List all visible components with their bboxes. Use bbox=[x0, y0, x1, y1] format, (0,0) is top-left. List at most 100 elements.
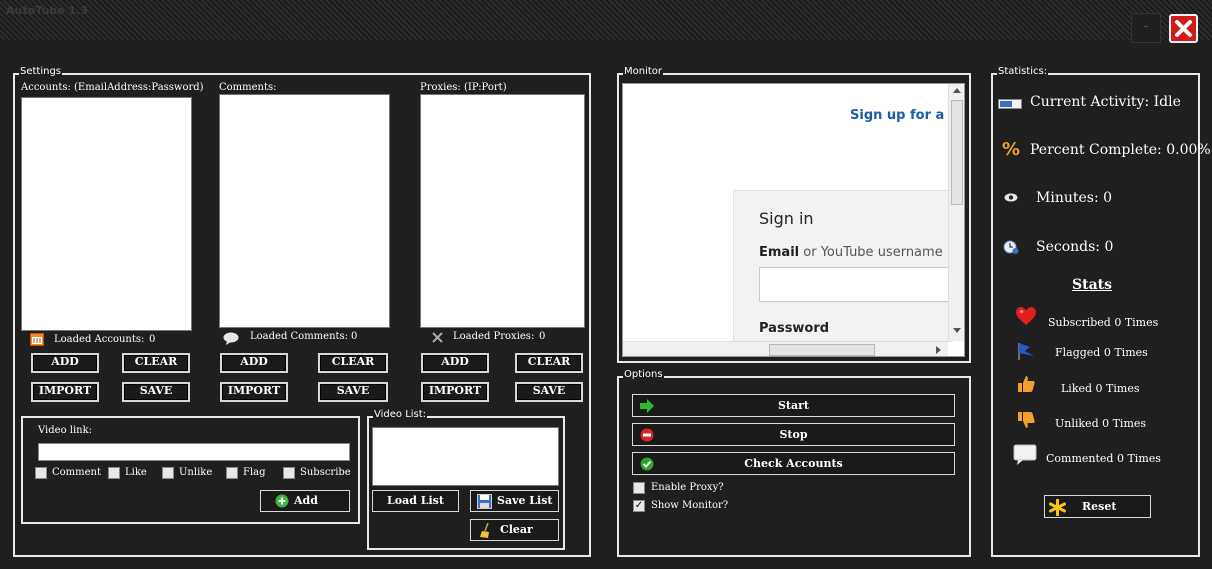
reset-label: Reset bbox=[1082, 500, 1117, 513]
subscribe-checkbox[interactable] bbox=[283, 467, 295, 479]
percent-icon: % bbox=[1002, 139, 1021, 160]
eye-icon bbox=[1004, 193, 1018, 202]
video-list-textbox[interactable] bbox=[372, 427, 559, 486]
proxies-textbox[interactable] bbox=[420, 94, 585, 328]
add-video-button[interactable]: Add bbox=[260, 490, 350, 512]
video-list-label: Video List: bbox=[373, 409, 428, 420]
statistics-group-label: Statistics: bbox=[997, 66, 1049, 77]
stats-heading: Stats bbox=[1072, 277, 1112, 293]
comments-textbox[interactable] bbox=[219, 94, 390, 328]
loaded-accounts-label: Loaded Accounts: bbox=[54, 334, 145, 345]
load-list-button[interactable]: Load List bbox=[372, 490, 459, 512]
comments-save-button[interactable]: SAVE bbox=[318, 382, 388, 402]
signin-heading: Sign in bbox=[759, 209, 814, 228]
proxies-header: Proxies: (IP:Port) bbox=[420, 82, 507, 93]
horizontal-scroll-thumb[interactable] bbox=[769, 344, 875, 356]
loaded-comments-count: 0 bbox=[351, 331, 358, 342]
thumbs-up-icon bbox=[1018, 376, 1035, 392]
window-title: AutoTube 1.3 bbox=[6, 4, 88, 17]
like-checkbox[interactable] bbox=[108, 467, 120, 479]
email-input[interactable] bbox=[759, 267, 959, 302]
show-monitor-label: Show Monitor? bbox=[651, 500, 729, 511]
email-label: Email or YouTube username bbox=[759, 245, 943, 260]
enable-proxy-checkbox[interactable] bbox=[633, 482, 645, 494]
comments-header: Comments: bbox=[219, 82, 277, 93]
proxies-import-button[interactable]: IMPORT bbox=[421, 382, 489, 402]
save-list-button[interactable]: Save List bbox=[470, 490, 559, 512]
email-label-rest: or YouTube username bbox=[803, 245, 943, 260]
accounts-clear-button[interactable]: CLEAR bbox=[122, 353, 190, 373]
current-activity: Current Activity: Idle bbox=[1030, 94, 1181, 110]
settings-group-label: Settings bbox=[19, 66, 63, 77]
unliked-count: Unliked 0 Times bbox=[1055, 417, 1147, 430]
clear-list-label: Clear bbox=[500, 523, 533, 536]
password-label: Password bbox=[759, 321, 830, 336]
loaded-proxies-label: Loaded Proxies: bbox=[453, 331, 535, 342]
thumbs-down-icon bbox=[1018, 412, 1035, 428]
clear-list-button[interactable]: Clear bbox=[470, 519, 559, 541]
accounts-header: Accounts: (EmailAddress:Password) bbox=[21, 82, 204, 93]
start-button[interactable]: Start bbox=[632, 394, 955, 417]
plus-circle-icon bbox=[275, 494, 289, 508]
proxies-clear-button[interactable]: CLEAR bbox=[515, 353, 583, 373]
accounts-import-button[interactable]: IMPORT bbox=[31, 382, 99, 402]
enable-proxy-label: Enable Proxy? bbox=[651, 482, 724, 493]
comments-clear-button[interactable]: CLEAR bbox=[318, 353, 388, 373]
scroll-down-arrow[interactable] bbox=[953, 328, 961, 333]
asterisk-icon bbox=[1049, 499, 1066, 516]
commented-count: Commented 0 Times bbox=[1046, 452, 1161, 465]
accounts-save-button[interactable]: SAVE bbox=[122, 382, 190, 402]
save-list-label: Save List bbox=[497, 494, 553, 507]
close-icon bbox=[1175, 20, 1192, 37]
scroll-right-arrow[interactable] bbox=[936, 346, 941, 354]
add-video-label: Add bbox=[294, 494, 318, 507]
vertical-scroll-thumb[interactable] bbox=[951, 100, 963, 205]
comment-checkbox[interactable] bbox=[35, 467, 47, 479]
vertical-scrollbar[interactable] bbox=[948, 84, 964, 341]
video-link-input[interactable] bbox=[38, 443, 350, 461]
start-label: Start bbox=[777, 399, 810, 412]
stop-button[interactable]: Stop bbox=[632, 423, 955, 446]
comments-import-button[interactable]: IMPORT bbox=[220, 382, 288, 402]
speech-bubble-icon bbox=[223, 332, 239, 345]
horizontal-scrollbar[interactable] bbox=[623, 341, 948, 356]
loaded-accounts-count: 0 bbox=[149, 334, 156, 345]
subscribed-count: Subscribed 0 Times bbox=[1048, 316, 1159, 329]
heart-icon bbox=[1016, 307, 1036, 325]
flag-option-label: Flag bbox=[243, 467, 266, 478]
clock-icon bbox=[1003, 240, 1019, 254]
broom-icon bbox=[480, 523, 489, 538]
like-option-label: Like bbox=[125, 467, 147, 478]
flag-checkbox[interactable] bbox=[226, 467, 238, 479]
check-accounts-label: Check Accounts bbox=[744, 457, 843, 470]
minutes: Minutes: 0 bbox=[1036, 190, 1113, 206]
reset-button[interactable]: Reset bbox=[1044, 495, 1151, 518]
floppy-disk-icon bbox=[477, 494, 492, 509]
scroll-up-arrow[interactable] bbox=[953, 88, 961, 93]
comments-add-button[interactable]: ADD bbox=[220, 353, 288, 373]
loaded-proxies-count: 0 bbox=[539, 331, 546, 342]
monitor-group-label: Monitor bbox=[623, 66, 664, 77]
unlike-option-label: Unlike bbox=[179, 467, 213, 478]
accounts-add-button[interactable]: ADD bbox=[31, 353, 99, 373]
minimize-button[interactable]: - bbox=[1131, 13, 1161, 43]
comment-option-label: Comment bbox=[52, 467, 102, 478]
seconds: Seconds: 0 bbox=[1036, 239, 1114, 255]
unlike-checkbox[interactable] bbox=[162, 467, 174, 479]
flag-icon bbox=[1018, 343, 1034, 360]
video-link-label: Video link: bbox=[38, 425, 93, 436]
close-button[interactable] bbox=[1169, 14, 1198, 43]
accounts-textbox[interactable] bbox=[21, 97, 192, 331]
comment-icon bbox=[1013, 444, 1037, 465]
check-accounts-button[interactable]: Check Accounts bbox=[632, 452, 955, 475]
proxies-add-button[interactable]: ADD bbox=[421, 353, 489, 373]
proxies-save-button[interactable]: SAVE bbox=[515, 382, 583, 402]
signin-panel: Sign in Email or YouTube username Passwo… bbox=[733, 190, 959, 342]
show-monitor-checkbox[interactable]: ✓ bbox=[633, 500, 645, 512]
percent-complete: Percent Complete: 0.00% bbox=[1030, 142, 1211, 158]
loaded-comments-label: Loaded Comments: bbox=[250, 331, 349, 342]
x-mark-icon bbox=[432, 332, 443, 343]
title-bar[interactable] bbox=[0, 0, 1212, 40]
monitor-browser-view[interactable]: Sign up for a ne Sign in Email or YouTub… bbox=[622, 83, 965, 357]
liked-count: Liked 0 Times bbox=[1061, 382, 1140, 395]
